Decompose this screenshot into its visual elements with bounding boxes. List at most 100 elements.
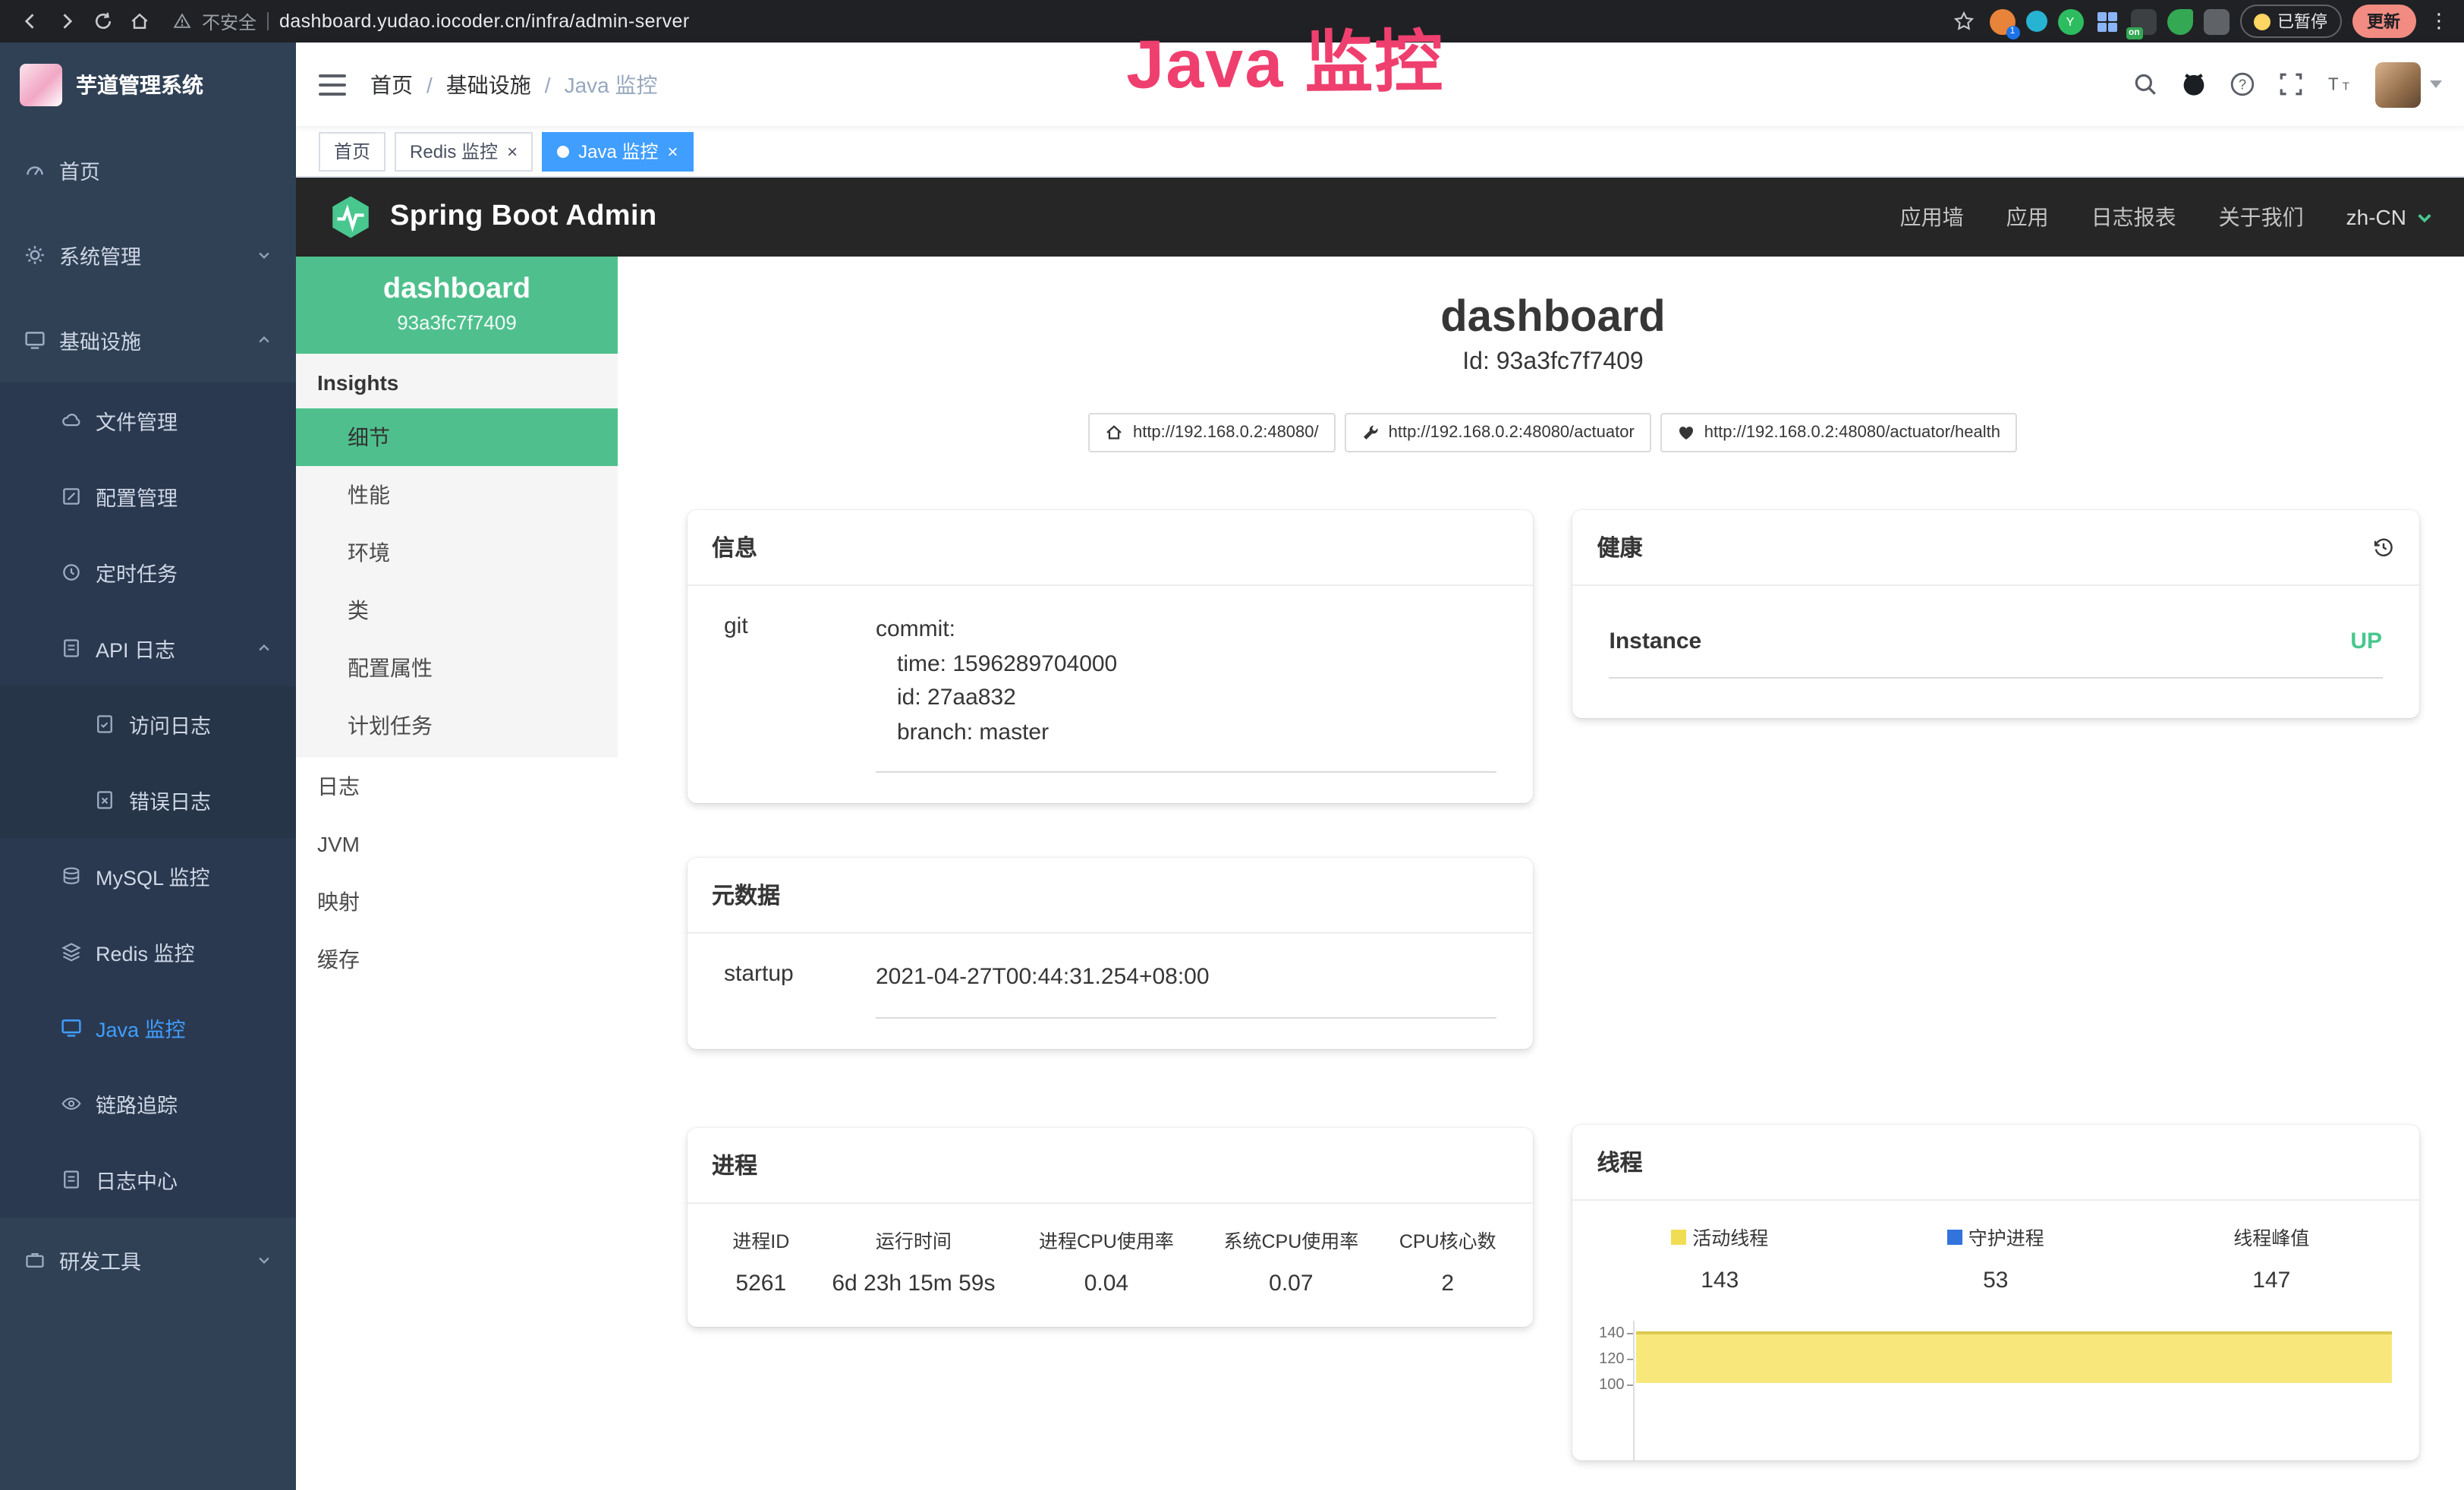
sba-nav-journal[interactable]: 日志报表 — [2091, 202, 2176, 232]
sidebar-item-mysql-monitor[interactable]: MySQL 监控 — [0, 838, 296, 914]
sidebar-item-redis-monitor[interactable]: Redis 监控 — [0, 914, 296, 990]
sba-item-jvm[interactable]: JVM — [296, 815, 618, 873]
sba-item-mappings[interactable]: 映射 — [296, 873, 618, 931]
tag-tab-bar: 首页 Redis 监控 × Java 监控 × — [296, 126, 2464, 178]
breadcrumb-infra[interactable]: 基础设施 — [446, 69, 531, 99]
hamburger-icon[interactable] — [319, 74, 346, 95]
annotation-java-monitor: Java 监控 — [1125, 6, 1444, 108]
threads-card-header: 线程 — [1573, 1125, 2419, 1201]
tab-home[interactable]: 首页 — [319, 131, 385, 171]
user-menu[interactable] — [2374, 61, 2441, 107]
breadcrumb-current: Java 监控 — [565, 69, 658, 99]
sidebar-item-error-log[interactable]: 错误日志 — [0, 762, 296, 838]
sba-item-environment[interactable]: 环境 — [296, 524, 618, 581]
home-icon[interactable] — [124, 6, 155, 36]
y-extension-icon[interactable]: Y — [2057, 8, 2083, 34]
sidebar-item-api-log[interactable]: API 日志 — [0, 610, 296, 686]
sba-header: Spring Boot Admin 应用墙 应用 日志报表 关于我们 zh-CN — [296, 178, 2464, 257]
github-icon[interactable] — [2180, 71, 2206, 97]
browser-menu-icon[interactable]: ⋮ — [2429, 9, 2449, 33]
close-icon[interactable]: × — [507, 142, 518, 160]
sidebar-item-dev-tools[interactable]: 研发工具 — [0, 1218, 296, 1303]
sidebar-item-infra[interactable]: 基础设施 — [0, 298, 296, 383]
sidebar-item-trace[interactable]: 链路追踪 — [0, 1066, 296, 1142]
sba-item-metrics[interactable]: 性能 — [296, 466, 618, 524]
tab-redis-monitor[interactable]: Redis 监控 × — [395, 131, 533, 171]
breadcrumb-home[interactable]: 首页 — [370, 69, 413, 99]
help-icon[interactable]: ? — [2229, 71, 2255, 97]
sba-item-scheduled-tasks[interactable]: 计划任务 — [296, 697, 618, 754]
url-separator — [267, 12, 269, 30]
info-card: 信息 git commit: time: 1596289704000 id: 2 — [688, 510, 1534, 803]
sba-item-classes[interactable]: 类 — [296, 581, 618, 639]
security-label: 不安全 — [202, 8, 256, 34]
sba-nav-wallboard[interactable]: 应用墙 — [1900, 202, 1964, 232]
update-button[interactable]: 更新 — [2352, 5, 2415, 38]
legend-yellow-swatch — [1671, 1229, 1686, 1244]
sidebar-item-scheduled-job[interactable]: 定时任务 — [0, 534, 296, 610]
clock-icon — [61, 562, 82, 583]
breadcrumb-separator: / — [545, 72, 551, 96]
chevron-down-icon — [256, 1252, 272, 1268]
forward-icon[interactable] — [52, 6, 82, 36]
metadata-value: 2021-04-27T00:44:31.254+08:00 — [876, 961, 1497, 1018]
locale-select[interactable]: zh-CN — [2346, 205, 2432, 229]
chevron-down-icon — [2415, 209, 2432, 225]
screenshot-root: 不安全 dashboard.yudao.iocoder.cn/infra/adm… — [0, 0, 2464, 1490]
sba-instance-block[interactable]: dashboard 93a3fc7f7409 — [296, 257, 618, 354]
bookmark-star-icon[interactable] — [1948, 6, 1978, 36]
back-icon[interactable] — [15, 6, 46, 36]
app-logo[interactable]: 芋道管理系统 — [0, 43, 296, 128]
sba-item-config-props[interactable]: 配置属性 — [296, 639, 618, 697]
health-card-header: 健康 — [1573, 510, 2419, 586]
sba-item-logs[interactable]: 日志 — [296, 758, 618, 815]
leaf-extension-icon[interactable] — [2167, 8, 2192, 34]
fox-extension-icon[interactable]: 1 — [1989, 8, 2015, 34]
switch-extension-icon[interactable]: on — [2130, 8, 2156, 34]
metadata-key: startup — [724, 961, 876, 1018]
paused-face-icon — [2253, 13, 2270, 30]
search-icon[interactable] — [2132, 71, 2157, 97]
sba-instance-id: 93a3fc7f7409 — [308, 311, 606, 334]
cloud-icon — [61, 410, 82, 431]
process-card: 进程 进程ID5261 运行时间6d 23h 15m 59s 进程CPU使用率0… — [688, 1127, 1534, 1326]
puzzle-extension-icon[interactable] — [2203, 8, 2229, 34]
process-card-header: 进程 — [688, 1127, 1534, 1203]
sba-nav-applications[interactable]: 应用 — [2006, 202, 2049, 232]
instance-home-link[interactable]: http://192.168.0.2:48080/ — [1089, 413, 1336, 452]
drop-extension-icon[interactable] — [2025, 11, 2047, 32]
sba-item-details[interactable]: 细节 — [296, 408, 618, 466]
sidebar-item-access-log[interactable]: 访问日志 — [0, 686, 296, 762]
grid-extension-icon[interactable] — [2094, 8, 2119, 34]
grid-extension-glyph — [2097, 11, 2116, 31]
sidebar-item-java-monitor[interactable]: Java 监控 — [0, 990, 296, 1066]
sidebar-item-home[interactable]: 首页 — [0, 128, 296, 213]
health-card: 健康 Instance UP — [1573, 510, 2419, 718]
database-icon — [61, 865, 82, 887]
instance-health-link[interactable]: http://192.168.0.2:48080/actuator/health — [1660, 413, 2017, 452]
sba-body: dashboard 93a3fc7f7409 Insights 细节 性能 环境… — [296, 257, 2464, 1490]
fullscreen-icon[interactable] — [2277, 71, 2303, 97]
metadata-card-header: 元数据 — [688, 858, 1534, 934]
paused-badge[interactable]: 已暂停 — [2239, 5, 2341, 38]
sba-instance-name: dashboard — [308, 273, 606, 307]
close-icon[interactable]: × — [667, 142, 678, 160]
metadata-card: 元数据 startup 2021-04-27T00:44:31.254+08:0… — [688, 858, 1534, 1048]
tab-java-monitor[interactable]: Java 监控 × — [542, 131, 693, 171]
sba-nav-about[interactable]: 关于我们 — [2219, 202, 2304, 232]
sidebar-item-log-center[interactable]: 日志中心 — [0, 1142, 296, 1218]
font-size-icon[interactable]: TT — [2326, 71, 2352, 97]
address-bar[interactable]: 不安全 dashboard.yudao.iocoder.cn/infra/adm… — [173, 8, 690, 34]
refresh-icon[interactable] — [88, 6, 118, 36]
history-icon[interactable] — [2371, 536, 2394, 559]
sidebar-item-file-manage[interactable]: 文件管理 — [0, 383, 296, 458]
sidebar-item-system[interactable]: 系统管理 — [0, 213, 296, 298]
sidebar-item-config-manage[interactable]: 配置管理 — [0, 458, 296, 534]
app-logo-avatar — [20, 64, 62, 106]
header-actions: ? TT — [2132, 61, 2441, 107]
instance-actuator-link[interactable]: http://192.168.0.2:48080/actuator — [1345, 413, 1651, 452]
page-url: dashboard.yudao.iocoder.cn/infra/admin-s… — [279, 11, 690, 32]
page-title: dashboard — [688, 293, 2418, 343]
fox-extension-badge: 1 — [2006, 25, 2019, 39]
sba-item-caches[interactable]: 缓存 — [296, 931, 618, 988]
